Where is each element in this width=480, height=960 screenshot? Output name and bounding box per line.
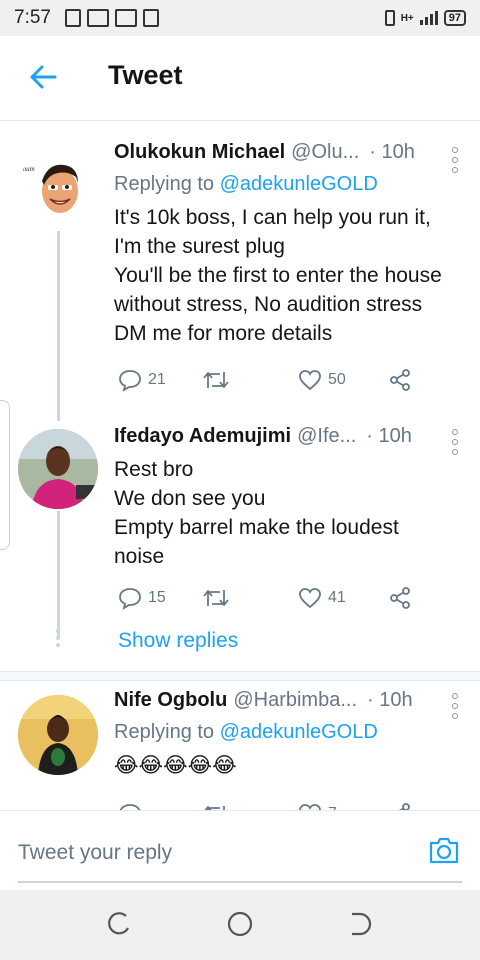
status-time: 7:57 bbox=[14, 7, 51, 28]
tweet-text: Rest bro We don see you Empty barrel mak… bbox=[114, 455, 470, 571]
tweet-time: · 10h bbox=[369, 141, 415, 163]
tweet[interactable]: Chum Olukokun Michael @Olu... · 10h Repl… bbox=[0, 121, 480, 421]
tweet-author-name[interactable]: Olukokun Michael bbox=[114, 141, 285, 164]
like-button[interactable]: 7 bbox=[298, 803, 337, 810]
home-icon[interactable] bbox=[226, 910, 254, 938]
like-count: 41 bbox=[328, 589, 346, 606]
like-icon bbox=[299, 588, 321, 609]
signal-icon bbox=[419, 11, 438, 25]
tweet-text-line: I'm the surest plug bbox=[114, 235, 285, 258]
tweet[interactable]: Nife Ogbolu @Harbimba... · 10h Replying … bbox=[0, 681, 480, 810]
tweet-author-handle[interactable]: @Olu... bbox=[291, 141, 359, 164]
tweet-author-name[interactable]: Nife Ogbolu bbox=[114, 689, 227, 712]
tweet-time: · 10h bbox=[367, 689, 413, 711]
retweet-icon bbox=[203, 372, 229, 388]
share-button[interactable] bbox=[388, 368, 412, 392]
tweet-text: 😂😂😂😂😂 bbox=[114, 751, 470, 780]
more-icon[interactable] bbox=[452, 693, 458, 719]
tweet-author-name[interactable]: Ifedayo Ademujimi bbox=[114, 425, 291, 448]
tweet-text-line: Empty barrel make the loudest bbox=[114, 516, 399, 539]
retweet-button[interactable] bbox=[202, 802, 230, 810]
battery-icon: 97 bbox=[443, 10, 466, 26]
tweet-author-handle[interactable]: @Harbimba... bbox=[233, 689, 357, 712]
camera-icon[interactable] bbox=[428, 835, 460, 865]
like-icon bbox=[299, 804, 321, 810]
svg-text:Chum: Chum bbox=[18, 165, 35, 173]
tweet-text-line: You'll be the first to enter the house bbox=[114, 264, 442, 287]
vibrate-icon bbox=[384, 10, 395, 26]
reply-input[interactable]: Tweet your reply bbox=[18, 839, 462, 883]
reply-button[interactable]: 15 bbox=[118, 586, 166, 610]
share-icon bbox=[390, 587, 410, 609]
back-nav-icon[interactable] bbox=[346, 910, 374, 938]
network-type: H+ bbox=[400, 12, 414, 24]
thread-line bbox=[57, 231, 60, 421]
tweet-text-line: It's 10k boss, I can help you run it, bbox=[114, 206, 431, 229]
retweet-button[interactable] bbox=[202, 368, 230, 392]
avatar[interactable]: Chum bbox=[18, 149, 98, 229]
retweet-icon bbox=[203, 590, 229, 606]
reply-icon bbox=[119, 370, 141, 392]
mention-link[interactable]: @adekunleGOLD bbox=[220, 173, 378, 195]
show-replies-link[interactable]: Show replies bbox=[118, 629, 238, 653]
like-icon bbox=[299, 370, 321, 391]
tweet[interactable]: Ifedayo Ademujimi @Ife... · 10h Rest bro… bbox=[0, 421, 480, 671]
gmail-icon bbox=[114, 9, 137, 27]
share-button[interactable] bbox=[388, 802, 412, 810]
app-notification-icon bbox=[142, 9, 159, 27]
avatar[interactable] bbox=[18, 695, 98, 775]
avatar[interactable] bbox=[18, 429, 98, 509]
tweet-time: · 10h bbox=[366, 425, 412, 447]
retweet-icon bbox=[204, 806, 225, 810]
page-title: Tweet bbox=[108, 60, 183, 90]
reply-button[interactable]: 21 bbox=[118, 368, 166, 392]
tweet-text: It's 10k boss, I can help you run it, I'… bbox=[114, 203, 470, 348]
reply-button[interactable] bbox=[118, 802, 142, 810]
tweet-text-line: Rest bro bbox=[114, 458, 194, 481]
avatar-image: Chum bbox=[18, 164, 78, 213]
back-arrow-icon[interactable] bbox=[28, 62, 58, 92]
reply-count: 21 bbox=[148, 371, 166, 388]
avatar-image bbox=[18, 429, 98, 509]
edge-panel-handle[interactable] bbox=[0, 400, 10, 550]
thread-line bbox=[57, 511, 60, 639]
mention-link[interactable]: @adekunleGOLD bbox=[220, 721, 378, 743]
reply-icon bbox=[119, 804, 141, 810]
reply-bar: Tweet your reply bbox=[0, 810, 480, 890]
tweet-text-line: 😂😂😂😂😂 bbox=[114, 754, 237, 777]
camera-notification-icon bbox=[86, 9, 109, 27]
avatar-image bbox=[18, 695, 98, 775]
share-icon bbox=[399, 803, 410, 810]
thread-continuation-dots bbox=[56, 629, 60, 647]
reply-count: 15 bbox=[148, 589, 166, 606]
section-divider bbox=[0, 671, 480, 681]
like-count: 50 bbox=[328, 371, 346, 388]
like-button[interactable]: 50 bbox=[298, 369, 346, 391]
battery-saver-icon bbox=[64, 9, 81, 27]
tweet-feed[interactable]: Chum Olukokun Michael @Olu... · 10h Repl… bbox=[0, 121, 480, 810]
system-navigation-bar bbox=[0, 890, 480, 960]
replying-prefix: Replying to bbox=[114, 721, 215, 743]
share-icon bbox=[390, 369, 410, 391]
status-bar: 7:57 H+ 97 bbox=[0, 0, 480, 36]
replying-prefix: Replying to bbox=[114, 173, 215, 195]
recents-icon[interactable] bbox=[106, 910, 134, 938]
retweet-button[interactable] bbox=[202, 586, 230, 610]
like-button[interactable]: 41 bbox=[298, 587, 346, 609]
more-icon[interactable] bbox=[452, 429, 458, 455]
reply-icon bbox=[119, 588, 141, 610]
tweet-text-line: without stress, No audition stress bbox=[114, 293, 423, 316]
replying-to: Replying to @adekunleGOLD bbox=[114, 721, 470, 749]
tweet-text-line: We don see you bbox=[114, 487, 266, 510]
tweet-text-line: DM me for more details bbox=[114, 322, 333, 345]
replying-to: Replying to @adekunleGOLD bbox=[114, 173, 470, 201]
tweet-text-line: noise bbox=[114, 545, 165, 568]
share-button[interactable] bbox=[388, 586, 412, 610]
tweet-author-handle[interactable]: @Ife... bbox=[297, 425, 356, 448]
more-icon[interactable] bbox=[452, 147, 458, 173]
header: Tweet bbox=[0, 36, 480, 120]
